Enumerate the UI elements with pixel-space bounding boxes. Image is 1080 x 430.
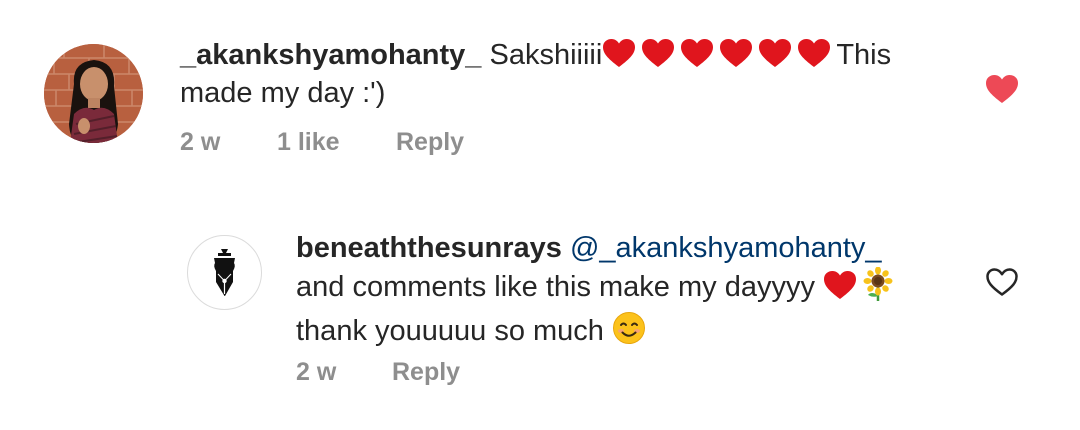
like-button[interactable] [985, 267, 1019, 297]
red-heart-emoji-icon [641, 38, 675, 68]
sunflower-emoji-icon [862, 266, 894, 311]
reply-line-1: and comments like this make my dayyyy [296, 271, 815, 303]
avatar[interactable] [187, 235, 262, 310]
comment-username[interactable]: beneaththesunrays [296, 232, 562, 264]
red-heart-emoji-icon [823, 270, 857, 300]
red-heart-emoji-icon [758, 38, 792, 68]
red-heart-emoji-icon [680, 38, 714, 68]
heart-filled-icon [986, 75, 1018, 103]
mention-link[interactable]: @_akankshyamohanty_ [570, 232, 882, 264]
like-button[interactable] [985, 74, 1019, 104]
reply-meta: 2 w Reply [296, 358, 496, 388]
reply-line-2: thank youuuuu so much [296, 315, 604, 347]
comment-username[interactable]: _akankshyamohanty_ [180, 39, 481, 71]
comment-text: _akankshyamohanty_ Sakshiiiii This made m… [180, 36, 940, 112]
reply-button[interactable]: Reply [392, 358, 460, 387]
fountain-pen-nib-icon [214, 249, 235, 296]
hearts-row [602, 39, 836, 71]
red-heart-emoji-icon [797, 38, 831, 68]
comment-timestamp[interactable]: 2 w [180, 128, 220, 157]
avatar[interactable] [44, 44, 143, 143]
comment-meta: 2 w 1 like Reply [180, 128, 480, 158]
reply-button[interactable]: Reply [396, 128, 464, 157]
smiling-face-emoji-icon [612, 311, 646, 355]
red-heart-emoji-icon [719, 38, 753, 68]
comment-timestamp[interactable]: 2 w [296, 358, 336, 387]
heart-outline-icon [986, 268, 1018, 296]
comment-like-count[interactable]: 1 like [277, 128, 340, 157]
red-heart-emoji-icon [602, 38, 636, 68]
reply-text: beneaththesunrays @_akankshyamohanty_ an… [296, 229, 946, 355]
comment-body-start: Sakshiiiii [489, 39, 603, 71]
